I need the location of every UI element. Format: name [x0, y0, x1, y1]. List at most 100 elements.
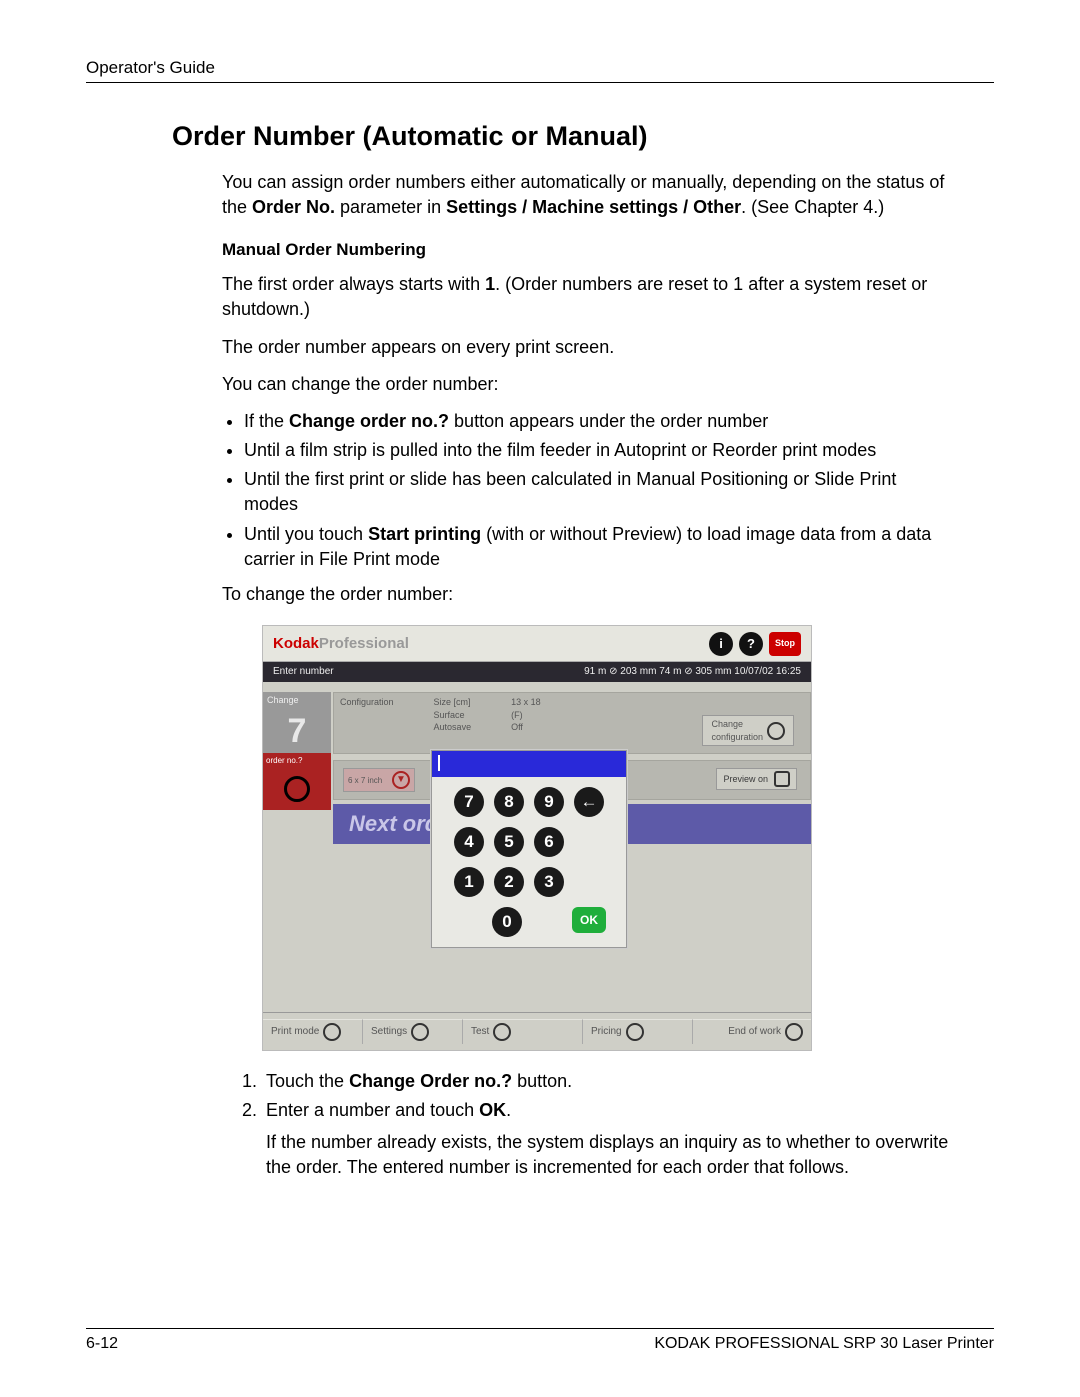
label: Print mode — [271, 1025, 319, 1039]
paragraph: The order number appears on every print … — [222, 335, 954, 360]
format-chip[interactable]: 6 x 7 inch ▼ — [343, 768, 415, 792]
key-8[interactable]: 8 — [494, 787, 524, 817]
label: Size [cm] — [434, 696, 472, 709]
bold-text: Change Order no.? — [349, 1071, 512, 1091]
label: Surface — [434, 709, 472, 722]
chip-label: 6 x 7 inch — [348, 775, 382, 786]
key-backspace[interactable]: ← — [574, 787, 604, 817]
text: If the — [244, 411, 289, 431]
end-of-work-button[interactable]: End of work — [693, 1019, 811, 1044]
stop-button[interactable]: Stop — [769, 632, 801, 656]
spacer — [452, 907, 482, 937]
subsection-heading: Manual Order Numbering — [222, 238, 954, 262]
spacer — [532, 907, 562, 937]
change-order-panel: Change 7 order no.? — [263, 692, 331, 810]
text: Touch the — [266, 1071, 349, 1091]
text: parameter in — [335, 197, 446, 217]
spacer — [574, 867, 604, 897]
brand-professional: Professional — [319, 635, 409, 652]
step-note: If the number already exists, the system… — [266, 1130, 954, 1180]
key-2[interactable]: 2 — [494, 867, 524, 897]
order-no-tag: order no.? — [263, 753, 331, 768]
page-number: 6-12 — [86, 1335, 118, 1353]
key-0[interactable]: 0 — [492, 907, 522, 937]
embedded-touchscreen: KodakProfessional i ? Stop Enter number … — [262, 625, 812, 1051]
key-1[interactable]: 1 — [454, 867, 484, 897]
keypad-display[interactable] — [432, 751, 626, 777]
circle-icon — [785, 1023, 803, 1041]
intro-paragraph: You can assign order numbers either auto… — [222, 170, 954, 220]
configuration-band: Configuration Size [cm] Surface Autosave… — [333, 692, 811, 754]
text: button appears under the order number — [449, 411, 768, 431]
screen-titlebar: KodakProfessional i ? Stop — [263, 626, 811, 662]
circle-icon — [767, 722, 785, 740]
value: Off — [511, 721, 541, 734]
key-9[interactable]: 9 — [534, 787, 564, 817]
list-item: Until you touch Start printing (with or … — [244, 522, 954, 572]
key-7[interactable]: 7 — [454, 787, 484, 817]
key-4[interactable]: 4 — [454, 827, 484, 857]
label: End of work — [728, 1025, 781, 1039]
list-item: Until a film strip is pulled into the fi… — [244, 438, 954, 463]
change-label: Change — [263, 692, 331, 709]
circle-icon — [493, 1023, 511, 1041]
label: Pricing — [591, 1025, 622, 1039]
test-button[interactable]: Test — [463, 1019, 583, 1044]
key-6[interactable]: 6 — [534, 827, 564, 857]
info-icon[interactable]: i — [709, 632, 733, 656]
label: Autosave — [434, 721, 472, 734]
step-item: Touch the Change Order no.? button. — [262, 1069, 954, 1094]
list-item: Until the first print or slide has been … — [244, 467, 954, 517]
spacer — [574, 827, 604, 857]
paragraph: The first order always starts with 1. (O… — [222, 272, 954, 322]
bold-text: Settings / Machine settings / Other — [446, 197, 741, 217]
value: (F) — [511, 709, 541, 722]
preview-toggle[interactable]: Preview on — [716, 768, 797, 790]
key-3[interactable]: 3 — [534, 867, 564, 897]
status-bar: Enter number 91 m ⊘ 203 mm 74 m ⊘ 305 mm… — [263, 662, 811, 682]
bottom-toolbar: Print mode Settings Test Pricing End of … — [263, 1012, 811, 1050]
footer-product: KODAK PROFESSIONAL SRP 30 Laser Printer — [654, 1335, 994, 1353]
label: Settings — [371, 1025, 407, 1039]
bold-text: Order No. — [252, 197, 335, 217]
label: Test — [471, 1025, 489, 1039]
current-order-number: 7 — [263, 709, 331, 753]
numeric-keypad: 7 8 9 ← 4 5 6 1 2 — [431, 750, 627, 948]
print-mode-button[interactable]: Print mode — [263, 1019, 363, 1044]
brand-logo: KodakProfessional — [273, 633, 409, 654]
help-icon[interactable]: ? — [739, 632, 763, 656]
text: Change — [711, 719, 743, 729]
text-cursor-icon — [438, 755, 440, 771]
page-footer: 6-12 KODAK PROFESSIONAL SRP 30 Laser Pri… — [86, 1328, 994, 1353]
text: Enter a number and touch — [266, 1100, 479, 1120]
status-right: 91 m ⊘ 203 mm 74 m ⊘ 305 mm 10/07/02 16:… — [584, 665, 801, 679]
step-item: Enter a number and touch OK. If the numb… — [262, 1098, 954, 1180]
circle-icon — [411, 1023, 429, 1041]
text: Until you touch — [244, 524, 368, 544]
status-left: Enter number — [273, 665, 334, 679]
text: The first order always starts with — [222, 274, 485, 294]
bold-text: OK — [479, 1100, 506, 1120]
section-heading: Order Number (Automatic or Manual) — [172, 121, 994, 152]
bold-text: Change order no.? — [289, 411, 449, 431]
list-item: If the Change order no.? button appears … — [244, 409, 954, 434]
label: Configuration — [340, 696, 394, 709]
circle-icon — [323, 1023, 341, 1041]
change-order-no-button[interactable] — [263, 768, 331, 810]
label: Preview on — [723, 773, 768, 786]
paragraph: To change the order number: — [222, 582, 954, 607]
ok-button[interactable]: OK — [572, 907, 606, 933]
settings-button[interactable]: Settings — [363, 1019, 463, 1044]
brand-kodak: Kodak — [273, 635, 319, 652]
change-configuration-button[interactable]: Changeconfiguration — [702, 715, 794, 746]
step-list: Touch the Change Order no.? button. Ente… — [222, 1069, 954, 1180]
text: button. — [512, 1071, 572, 1091]
dropdown-icon: ▼ — [392, 771, 410, 789]
circle-icon — [626, 1023, 644, 1041]
paragraph: You can change the order number: — [222, 372, 954, 397]
key-5[interactable]: 5 — [494, 827, 524, 857]
bold-text: 1 — [485, 274, 495, 294]
square-icon — [774, 771, 790, 787]
value: 13 x 18 — [511, 696, 541, 709]
pricing-button[interactable]: Pricing — [583, 1019, 693, 1044]
